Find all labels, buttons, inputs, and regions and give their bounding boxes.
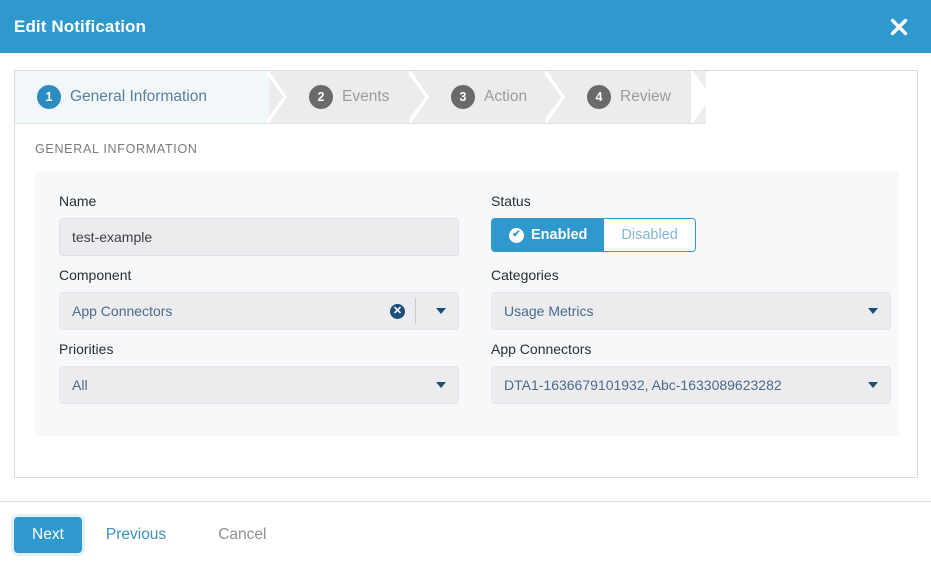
- app-connectors-label: App Connectors: [491, 341, 891, 357]
- categories-select[interactable]: Usage Metrics: [491, 292, 891, 330]
- chevron-down-icon[interactable]: [436, 382, 446, 388]
- component-value: App Connectors: [72, 303, 390, 319]
- chevron-down-icon[interactable]: [868, 308, 878, 314]
- section-title: GENERAL INFORMATION: [35, 142, 897, 156]
- dialog-title: Edit Notification: [14, 17, 146, 37]
- chevron-down-icon[interactable]: [868, 382, 878, 388]
- categories-label: Categories: [491, 267, 891, 283]
- status-label: Status: [491, 193, 891, 209]
- wizard-step-2[interactable]: 2 Events: [287, 71, 417, 123]
- step-2-number: 2: [309, 85, 333, 109]
- wizard-step-1[interactable]: 1 General Information: [15, 71, 269, 123]
- priorities-label: Priorities: [59, 341, 459, 357]
- step-3-number: 3: [451, 85, 475, 109]
- check-circle-icon: ✔: [509, 228, 524, 243]
- step-4-label: Review: [620, 88, 671, 106]
- wizard-card: 1 General Information 2 Events 3 Action …: [14, 70, 918, 478]
- step-3-label: Action: [484, 88, 527, 106]
- wizard-step-3[interactable]: 3 Action: [429, 71, 557, 123]
- select-divider: [415, 298, 416, 324]
- field-app-connectors: App Connectors DTA1-1636679101932, Abc-1…: [491, 341, 891, 404]
- status-enabled-button[interactable]: ✔ Enabled: [492, 219, 604, 251]
- dialog-footer: Next Previous Cancel: [0, 502, 931, 567]
- status-toggle-group[interactable]: ✔ Enabled Disabled: [491, 218, 696, 252]
- status-disabled-label: Disabled: [621, 227, 677, 243]
- step-1-label: General Information: [70, 88, 207, 106]
- chevron-down-icon[interactable]: [436, 308, 446, 314]
- wizard-body: GENERAL INFORMATION Name test-example St…: [15, 124, 917, 436]
- step-2-label: Events: [342, 88, 389, 106]
- step-separator-1-icon: [267, 71, 287, 124]
- component-label: Component: [59, 267, 459, 283]
- app-connectors-select[interactable]: DTA1-1636679101932, Abc-1633089623282: [491, 366, 891, 404]
- categories-value: Usage Metrics: [504, 303, 860, 319]
- field-categories: Categories Usage Metrics: [491, 267, 891, 330]
- step-1-number: 1: [37, 85, 61, 109]
- name-label: Name: [59, 193, 459, 209]
- status-enabled-label: Enabled: [531, 227, 587, 243]
- close-icon[interactable]: [885, 13, 913, 41]
- priorities-select[interactable]: All: [59, 366, 459, 404]
- app-connectors-value: DTA1-1636679101932, Abc-1633089623282: [504, 377, 860, 393]
- next-button[interactable]: Next: [14, 517, 82, 553]
- step-4-number: 4: [587, 85, 611, 109]
- field-component: Component App Connectors ✕: [59, 267, 459, 330]
- field-name: Name test-example: [59, 193, 459, 256]
- priorities-value: All: [72, 377, 428, 393]
- field-priorities: Priorities All: [59, 341, 459, 404]
- wizard-step-4[interactable]: 4 Review: [565, 71, 705, 123]
- clear-icon[interactable]: ✕: [390, 304, 405, 319]
- component-select[interactable]: App Connectors ✕: [59, 292, 459, 330]
- dialog-title-bar: Edit Notification: [0, 0, 931, 53]
- name-input[interactable]: test-example: [59, 218, 459, 256]
- general-information-panel: Name test-example Status ✔ Enabled Disab…: [35, 171, 899, 436]
- cancel-button[interactable]: Cancel: [202, 517, 282, 553]
- wizard-step-bar: 1 General Information 2 Events 3 Action …: [15, 71, 706, 124]
- status-disabled-button[interactable]: Disabled: [604, 219, 694, 251]
- field-status: Status ✔ Enabled Disabled: [491, 193, 891, 256]
- previous-button[interactable]: Previous: [90, 517, 182, 553]
